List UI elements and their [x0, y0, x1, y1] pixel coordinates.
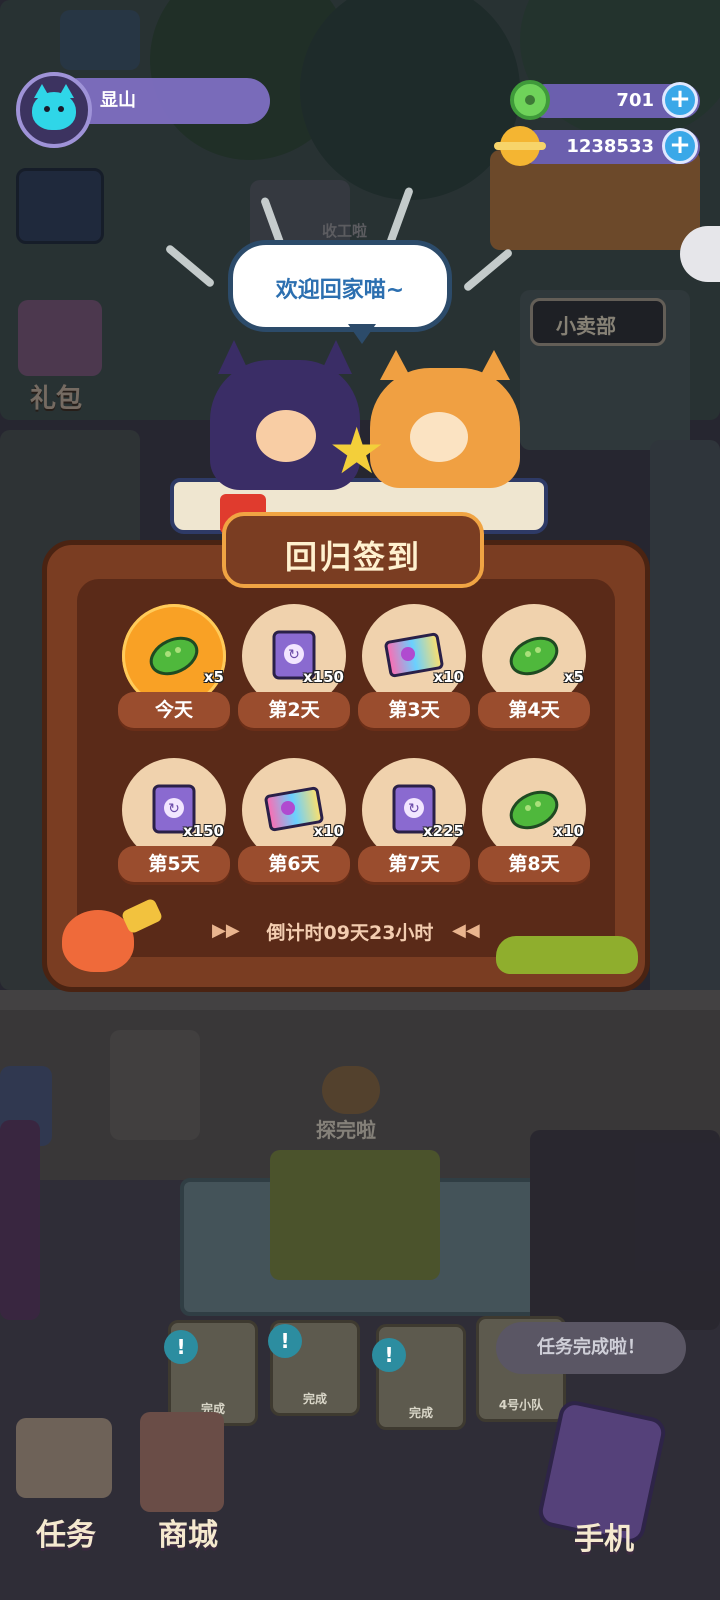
- grass-decoration: [496, 936, 638, 974]
- reward-qty: x5: [203, 668, 224, 686]
- add-gem-button[interactable]: +: [662, 82, 698, 118]
- cucumber-icon: [504, 624, 564, 684]
- coin-value: 1238533: [566, 136, 654, 157]
- tasks-button-label[interactable]: 任务: [36, 1510, 96, 1554]
- welcome-speech-bubble: 欢迎回家喵~: [228, 240, 452, 344]
- reward-day-5[interactable]: ↻ x150 第5天: [118, 758, 230, 882]
- reward-qty: x150: [183, 822, 224, 840]
- player-name: 显山: [100, 90, 136, 111]
- reward-day-8[interactable]: x10 第8天: [478, 758, 590, 882]
- task-complete-toast: 任务完成啦！: [496, 1322, 686, 1374]
- reward-day-label: 第6天: [238, 846, 350, 882]
- reward-day-label: 第7天: [358, 846, 470, 882]
- panel-title-plate: 回归签到: [222, 512, 484, 588]
- svg-text:↻: ↻: [288, 647, 300, 663]
- reward-qty: x5: [563, 668, 584, 686]
- gem-value: 701: [616, 90, 654, 111]
- svg-text:↻: ↻: [168, 801, 180, 817]
- blue-cat-avatar-icon: [32, 84, 76, 130]
- alert-icon: !: [164, 1330, 198, 1364]
- reward-day-label: 第8天: [478, 846, 590, 882]
- reward-qty: x10: [433, 668, 464, 686]
- reward-day-7[interactable]: ↻ x225 第7天: [358, 758, 470, 882]
- reward-day-label: 第5天: [118, 846, 230, 882]
- welcome-text: 欢迎回家喵~: [275, 278, 405, 303]
- player-profile[interactable]: 显山: [16, 72, 270, 148]
- panel-title: 回归签到: [284, 538, 421, 576]
- alert-icon: !: [372, 1338, 406, 1372]
- reward-qty: x10: [313, 822, 344, 840]
- cucumber-icon: [144, 624, 204, 684]
- reward-day-6[interactable]: x10 第6天: [238, 758, 350, 882]
- green-donut-icon: [510, 80, 550, 120]
- shop-icon[interactable]: [140, 1412, 224, 1512]
- gem-counter: 701 +: [510, 80, 700, 120]
- shop-button-label[interactable]: 商城: [158, 1510, 218, 1554]
- reward-qty: x225: [423, 822, 464, 840]
- phone-button-label[interactable]: 手机: [574, 1514, 634, 1558]
- reward-day-label: 今天: [118, 692, 230, 728]
- reward-day-3[interactable]: x10 第3天: [358, 604, 470, 728]
- reward-day-label: 第4天: [478, 692, 590, 728]
- reward-day-label: 第3天: [358, 692, 470, 728]
- reward-day-1[interactable]: x5 今天: [118, 604, 230, 728]
- alert-icon: !: [268, 1324, 302, 1358]
- coin-counter: 1238533 +: [494, 126, 700, 166]
- golden-planet-icon: [494, 126, 546, 166]
- reward-day-2[interactable]: ↻ x150 第2天: [238, 604, 350, 728]
- avatar[interactable]: [16, 72, 92, 148]
- reward-day-label: 第2天: [238, 692, 350, 728]
- arrow-left-icon: ◀◀: [452, 920, 480, 941]
- reward-day-4[interactable]: x5 第4天: [478, 604, 590, 728]
- reward-qty: x150: [303, 668, 344, 686]
- svg-text:↻: ↻: [408, 801, 420, 817]
- add-coin-button[interactable]: +: [662, 128, 698, 164]
- star-icon: ★: [328, 415, 386, 489]
- task-book-icon[interactable]: [16, 1418, 112, 1498]
- reward-qty: x10: [553, 822, 584, 840]
